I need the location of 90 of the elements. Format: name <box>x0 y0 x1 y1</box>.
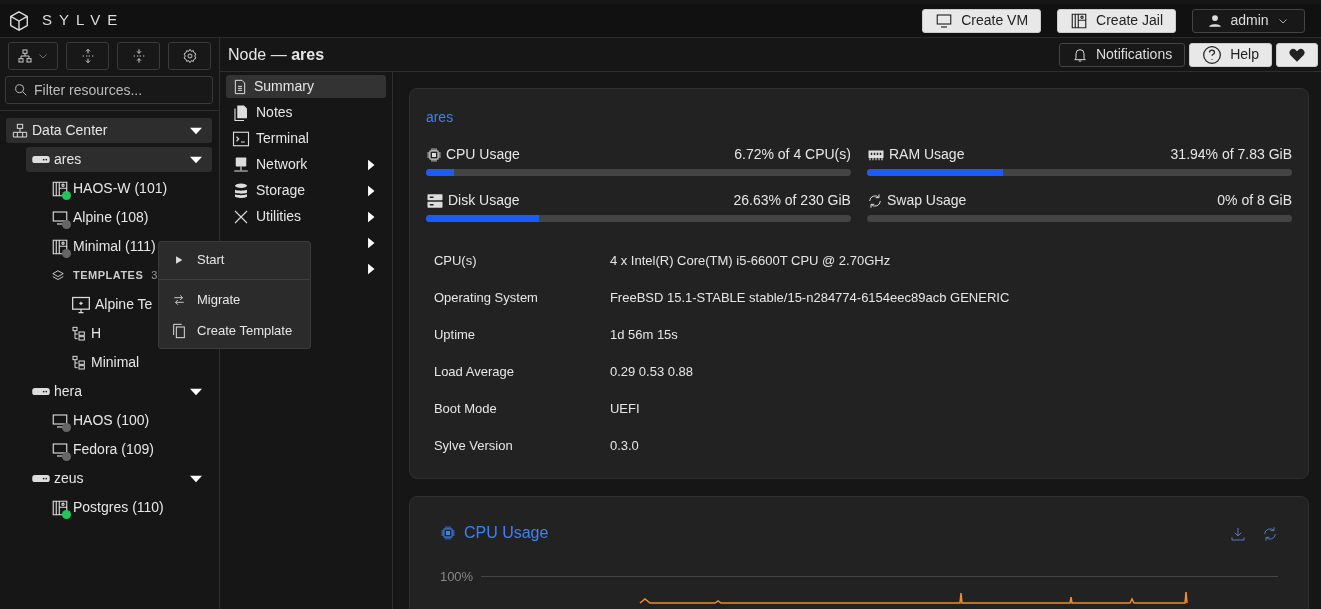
info-value: 0.3.0 <box>609 436 639 455</box>
terminal-icon <box>232 129 250 148</box>
meter-label: RAM Usage <box>888 145 965 164</box>
meter-reading: 6.72% of 4 CPU(s) <box>734 145 851 164</box>
expand-all-button[interactable] <box>66 42 110 70</box>
tree-item[interactable]: Postgres (110) <box>51 495 212 520</box>
server-icon <box>32 475 50 482</box>
cpu-chip-icon <box>425 146 442 163</box>
context-menu-item[interactable]: Create Template <box>159 315 310 346</box>
meter-reading: 0% of 8 GiB <box>1217 191 1292 210</box>
info-value: 1d 56m 15s <box>609 325 678 344</box>
meter-reading: 26.63% of 230 GiB <box>733 191 851 210</box>
notifications-button[interactable]: Notifications <box>1058 42 1186 67</box>
download-icon <box>1230 525 1246 542</box>
search-icon <box>13 82 29 98</box>
cube-icon <box>8 9 30 32</box>
meter-label: Swap Usage <box>886 191 967 210</box>
user-menu-button[interactable]: admin <box>1192 8 1305 33</box>
nav-item[interactable]: Storage <box>226 179 386 202</box>
monitor-icon <box>935 11 954 30</box>
info-value: UEFI <box>609 399 640 418</box>
jail-icon <box>51 179 69 198</box>
info-label: Load Average <box>432 362 515 381</box>
info-label: Sylve Version <box>432 436 514 455</box>
info-label: CPU(s) <box>432 251 478 270</box>
jail-icon <box>51 237 69 256</box>
tree-blocks-icon <box>71 354 87 371</box>
copy-icon <box>171 322 187 339</box>
refresh-icon <box>866 192 883 209</box>
tree-item[interactable]: HAOS-W (101) <box>51 176 212 201</box>
collapse-all-button[interactable] <box>117 42 161 70</box>
hierarchy-icon <box>17 48 34 64</box>
jail-icon <box>51 498 69 517</box>
meter-reading: 31.94% of 7.83 GiB <box>1170 145 1292 164</box>
monitor-icon <box>51 440 69 459</box>
page-title: Node — ares <box>228 44 325 65</box>
jail-icon <box>1070 11 1089 30</box>
tree-item[interactable]: Minimal <box>71 350 212 375</box>
settings-icon <box>181 48 198 64</box>
tree-item[interactable]: Data Center <box>6 118 212 143</box>
help-icon <box>1202 44 1223 65</box>
tree-blocks-icon <box>71 325 87 342</box>
create-jail-button[interactable]: Create Jail <box>1057 8 1176 33</box>
play-icon <box>174 254 184 265</box>
nav-item[interactable]: Summary <box>226 75 386 98</box>
info-value: FreeBSD 15.1-STABLE stable/15-n284774-6154eec89acb GENERIC <box>609 288 1010 307</box>
info-value: 0.29 0.53 0.88 <box>609 362 694 381</box>
settings-button[interactable] <box>168 42 211 70</box>
meter-label: Disk Usage <box>447 191 520 210</box>
user-icon <box>1208 13 1223 28</box>
info-value: 4 x Intel(R) Core(TM) i5-6600T CPU @ 2.70GHz <box>609 251 891 270</box>
axis-tick-label: 100% <box>439 568 474 586</box>
create-vm-button[interactable]: Create VM <box>922 8 1042 33</box>
layers-icon <box>51 268 65 283</box>
help-button[interactable]: Help <box>1189 42 1272 67</box>
info-label: Boot Mode <box>432 399 498 418</box>
server-icon <box>32 388 50 395</box>
nav-item[interactable]: Network <box>226 153 386 176</box>
notes-icon <box>232 103 250 122</box>
refresh-icon <box>1262 525 1278 542</box>
view-mode-button[interactable] <box>8 42 59 70</box>
tree-item[interactable]: zeus <box>26 466 212 491</box>
nav-item[interactable]: Terminal <box>226 127 386 150</box>
server-icon <box>32 156 50 163</box>
meter-label: CPU Usage <box>445 145 520 164</box>
server-stack-icon <box>425 191 444 210</box>
database-icon <box>232 181 250 200</box>
tree-item[interactable]: hera <box>26 379 212 404</box>
node-name: ares <box>425 108 455 127</box>
tree-item[interactable]: HAOS (100) <box>51 408 212 433</box>
document-icon <box>232 78 248 95</box>
info-label: Uptime <box>432 325 477 344</box>
info-label: Operating System <box>432 288 539 307</box>
monitor-icon <box>51 411 69 430</box>
search-field[interactable]: Filter resources... <box>5 76 213 104</box>
favorite-button[interactable] <box>1276 42 1318 67</box>
chart-title: CPU Usage <box>463 523 549 543</box>
tree-item[interactable]: Fedora (109) <box>51 437 212 462</box>
bell-icon <box>1071 46 1088 63</box>
tree-item[interactable]: Alpine (108) <box>51 205 212 230</box>
nav-item[interactable]: Utilities <box>226 205 386 228</box>
monitor-plus-icon <box>71 294 91 315</box>
datacenter-icon <box>12 122 28 139</box>
swap-arrows-icon <box>172 292 186 307</box>
nav-item[interactable]: Notes <box>226 101 386 124</box>
tree-item[interactable]: ares <box>26 147 212 172</box>
brand-name: SYLVE <box>42 10 125 31</box>
monitor-icon <box>51 208 69 227</box>
cpu-chip-icon <box>439 525 456 541</box>
network-icon <box>232 155 250 174</box>
